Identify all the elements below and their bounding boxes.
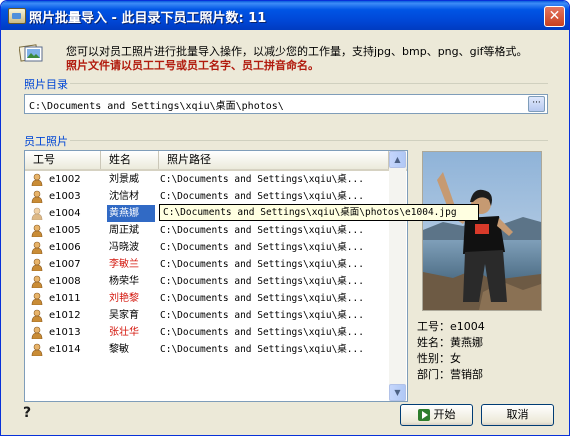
table-row[interactable]: e1008 杨荣华 C:\Documents and Settings\xqiu\桌… bbox=[25, 273, 407, 290]
photo-path-cell: C:\Documents and Settings\xqiu\桌... bbox=[160, 191, 364, 202]
start-arrow-icon bbox=[417, 409, 430, 421]
help-icon[interactable]: ? bbox=[20, 405, 34, 421]
person-icon bbox=[31, 258, 43, 271]
employee-name-cell: 李敏兰 bbox=[109, 259, 139, 270]
path-tooltip: C:\Documents and Settings\xqiu\桌面\photos… bbox=[159, 204, 479, 221]
person-icon bbox=[31, 241, 43, 254]
app-icon bbox=[8, 8, 26, 24]
photo-path-cell: C:\Documents and Settings\xqiu\桌... bbox=[160, 293, 364, 304]
person-icon bbox=[31, 173, 43, 186]
employee-id-cell: e1011 bbox=[49, 293, 81, 304]
employee-group-label: 员工照片 bbox=[22, 133, 70, 149]
title-bar[interactable]: 照片批量导入 - 此目录下员工照片数: 11 ✕ bbox=[1, 1, 569, 30]
employee-id-cell: e1003 bbox=[49, 191, 81, 202]
detail-employee-name: 姓名：黄燕娜 bbox=[417, 336, 483, 349]
employee-photo-list[interactable]: 工号 姓名 照片路径 e1002 刘景威 C:\Documents and Sett… bbox=[24, 150, 408, 402]
person-icon bbox=[31, 275, 43, 288]
employee-id-cell: e1002 bbox=[49, 174, 81, 185]
photo-path-cell: C:\Documents and Settings\xqiu\桌... bbox=[160, 242, 364, 253]
photo-dir-group-divider bbox=[24, 83, 548, 84]
detail-employee-gender: 性别：女 bbox=[417, 352, 461, 365]
table-row[interactable]: e1011 刘艳黎 C:\Documents and Settings\xqiu\桌… bbox=[25, 290, 407, 307]
column-header-id[interactable]: 工号 bbox=[25, 151, 101, 169]
table-row[interactable]: e1002 刘景威 C:\Documents and Settings\xqiu\桌… bbox=[25, 171, 407, 188]
employee-name-cell: 刘艳黎 bbox=[109, 293, 139, 304]
employee-id-cell: e1007 bbox=[49, 259, 81, 270]
photo-path-cell: C:\Documents and Settings\xqiu\桌... bbox=[160, 276, 364, 287]
scroll-down-arrow-icon[interactable]: ▼ bbox=[389, 384, 406, 401]
photo-path-cell: C:\Documents and Settings\xqiu\桌... bbox=[160, 259, 364, 270]
employee-id-cell: e1012 bbox=[49, 310, 81, 321]
cancel-button[interactable]: 取消 bbox=[481, 404, 554, 426]
table-row[interactable]: e1014 黎敏 C:\Documents and Settings\xqiu\桌.… bbox=[25, 341, 407, 358]
employee-photo bbox=[422, 151, 542, 311]
browse-button[interactable]: ··· bbox=[528, 96, 545, 112]
vertical-scrollbar[interactable]: ▲ ▼ bbox=[389, 151, 406, 401]
start-button-label: 开始 bbox=[433, 408, 456, 421]
close-button[interactable]: ✕ bbox=[544, 6, 565, 27]
start-button[interactable]: 开始 bbox=[400, 404, 473, 426]
employee-id-cell: e1006 bbox=[49, 242, 81, 253]
person-icon bbox=[31, 224, 43, 237]
employee-name-cell: 刘景威 bbox=[109, 174, 139, 185]
person-icon bbox=[31, 343, 43, 356]
dialog-body: 您可以对员工照片进行批量导入操作，以减少您的工作量，支持jpg、bmp、png、… bbox=[4, 30, 566, 433]
scroll-up-arrow-icon[interactable]: ▲ bbox=[389, 151, 406, 168]
employee-id-cell: e1004 bbox=[49, 208, 81, 219]
employee-group-divider bbox=[24, 140, 548, 141]
person-icon bbox=[31, 326, 43, 339]
employee-id-cell: e1008 bbox=[49, 276, 81, 287]
table-row[interactable]: e1007 李敏兰 C:\Documents and Settings\xqiu\桌… bbox=[25, 256, 407, 273]
employee-name-cell: 吴家育 bbox=[109, 310, 139, 321]
employee-name-cell: 黄燕娜 bbox=[107, 205, 155, 222]
employee-name-cell: 张壮华 bbox=[109, 327, 139, 338]
window-title: 照片批量导入 - 此目录下员工照片数: 11 bbox=[29, 11, 267, 26]
photo-path-cell: C:\Documents and Settings\xqiu\桌... bbox=[160, 327, 364, 338]
photos-icon bbox=[19, 44, 43, 62]
list-header: 工号 姓名 照片路径 bbox=[25, 151, 407, 171]
employee-id-cell: e1014 bbox=[49, 344, 81, 355]
person-icon bbox=[31, 207, 43, 220]
photo-path-cell: C:\Documents and Settings\xqiu\桌... bbox=[160, 344, 364, 355]
person-icon bbox=[31, 309, 43, 322]
naming-hint-text: 照片文件请以员工工号或员工名字、员工拼音命名。 bbox=[66, 59, 319, 72]
table-row[interactable]: e1013 张壮华 C:\Documents and Settings\xqiu\桌… bbox=[25, 324, 407, 341]
photo-dir-group-label: 照片目录 bbox=[22, 76, 70, 92]
table-row[interactable]: e1006 冯晓波 C:\Documents and Settings\xqiu\桌… bbox=[25, 239, 407, 256]
column-header-path[interactable]: 照片路径 bbox=[159, 151, 389, 169]
detail-employee-id: 工号：e1004 bbox=[417, 320, 485, 333]
detail-employee-department: 部门：营销部 bbox=[417, 368, 483, 381]
photo-path-cell: C:\Documents and Settings\xqiu\桌... bbox=[160, 174, 364, 185]
employee-id-cell: e1013 bbox=[49, 327, 81, 338]
photo-import-dialog: 照片批量导入 - 此目录下员工照片数: 11 ✕ 您可以对员工照片进行批量导入操… bbox=[0, 0, 570, 436]
employee-name-cell: 周正斌 bbox=[109, 225, 139, 236]
employee-name-cell: 杨荣华 bbox=[109, 276, 139, 287]
table-row[interactable]: e1005 周正斌 C:\Documents and Settings\xqiu\桌… bbox=[25, 222, 407, 239]
person-icon bbox=[31, 190, 43, 203]
photo-dir-input[interactable]: C:\Documents and Settings\xqiu\桌面\photos… bbox=[24, 94, 548, 114]
table-row[interactable]: e1003 沈信材 C:\Documents and Settings\xqiu\桌… bbox=[25, 188, 407, 205]
employee-name-cell: 沈信材 bbox=[109, 191, 139, 202]
employee-name-cell: 黎敏 bbox=[109, 344, 129, 355]
employee-name-cell: 冯晓波 bbox=[109, 242, 139, 253]
employee-id-cell: e1005 bbox=[49, 225, 81, 236]
photo-path-cell: C:\Documents and Settings\xqiu\桌... bbox=[160, 225, 364, 236]
table-row[interactable]: e1012 吴家育 C:\Documents and Settings\xqiu\桌… bbox=[25, 307, 407, 324]
photo-path-cell: C:\Documents and Settings\xqiu\桌... bbox=[160, 310, 364, 321]
person-icon bbox=[31, 292, 43, 305]
column-header-name[interactable]: 姓名 bbox=[101, 151, 159, 169]
